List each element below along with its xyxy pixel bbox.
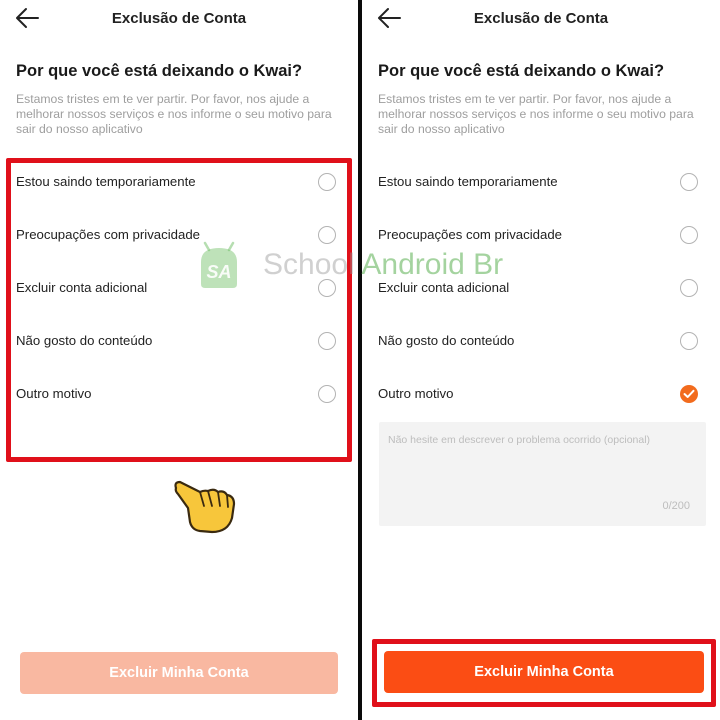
option-label: Excluir conta adicional	[378, 280, 510, 295]
option-dislike-content[interactable]: Não gosto do conteúdo	[378, 326, 700, 356]
option-label: Preocupações com privacidade	[378, 227, 562, 242]
radio-button[interactable]	[680, 226, 698, 244]
top-bar: Exclusão de Conta	[0, 0, 358, 38]
textarea-placeholder: Não hesite em descrever o problema ocorr…	[388, 434, 651, 446]
options-highlight-frame	[6, 158, 352, 462]
radio-button-checked[interactable]	[680, 385, 698, 403]
screen-after: Exclusão de Conta Por que você está deix…	[362, 0, 720, 720]
option-label: Estou saindo temporariamente	[378, 174, 558, 189]
question-heading: Por que você está deixando o Kwai?	[16, 62, 303, 80]
question-heading: Por que você está deixando o Kwai?	[378, 62, 665, 80]
character-counter: 0/200	[662, 500, 690, 512]
button-highlight-frame	[372, 639, 716, 707]
option-label: Outro motivo	[378, 386, 454, 401]
description-text: Estamos tristes em te ver partir. Por fa…	[16, 92, 332, 136]
check-icon	[683, 389, 695, 398]
page-title: Exclusão de Conta	[473, 10, 609, 27]
option-other-reason[interactable]: Outro motivo	[378, 379, 700, 409]
option-temporary[interactable]: Estou saindo temporariamente	[378, 167, 700, 197]
pointing-hand-icon	[170, 474, 240, 538]
page-title: Exclusão de Conta	[111, 10, 247, 27]
option-label: Não gosto do conteúdo	[378, 333, 515, 348]
radio-button[interactable]	[680, 279, 698, 297]
description-text: Estamos tristes em te ver partir. Por fa…	[378, 92, 694, 136]
delete-account-button[interactable]: Excluir Minha Conta	[20, 652, 338, 694]
radio-button[interactable]	[680, 173, 698, 191]
reason-textarea[interactable]: Não hesite em descrever o problema ocorr…	[379, 422, 706, 526]
option-additional-account[interactable]: Excluir conta adicional	[378, 273, 700, 303]
option-privacy[interactable]: Preocupações com privacidade	[378, 220, 700, 250]
radio-button[interactable]	[680, 332, 698, 350]
screen-before: Exclusão de Conta Por que você está deix…	[0, 0, 358, 720]
top-bar: Exclusão de Conta	[362, 0, 720, 38]
